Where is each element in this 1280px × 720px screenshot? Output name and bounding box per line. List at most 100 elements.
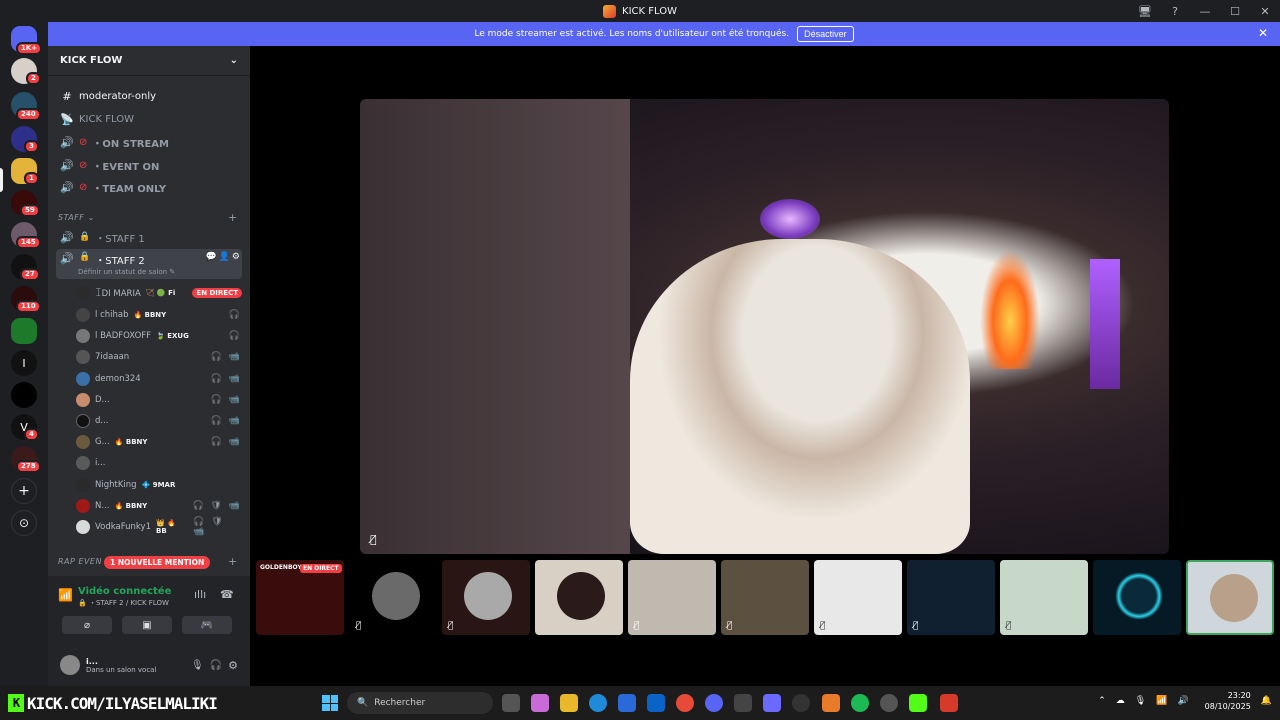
explore-icon[interactable]: ⊙ xyxy=(11,510,37,536)
channel-kick-flow[interactable]: 📡 KICK FLOW xyxy=(56,109,242,129)
outlook-icon[interactable] xyxy=(647,694,665,712)
channel-on-stream[interactable]: 🔊 ⊘ ・ON STREAM xyxy=(56,132,242,152)
screen-share-button[interactable]: ▣ xyxy=(122,616,172,634)
category-staff[interactable]: STAFF ⌄ xyxy=(58,213,95,222)
participant-tile[interactable]: 🎙̸ xyxy=(721,560,809,635)
member-row[interactable]: l BADFOXOFF 🍃 EXUG 🎧 xyxy=(76,326,242,346)
minimize-button[interactable]: — xyxy=(1190,0,1220,22)
chevron-up-icon[interactable]: ⌃ xyxy=(1098,696,1106,706)
cloud-icon[interactable]: ☁ xyxy=(1116,696,1125,706)
server-icon[interactable] xyxy=(11,318,37,344)
kick-app-icon[interactable] xyxy=(909,694,927,712)
member-row[interactable]: d... 🎧 📹 xyxy=(76,411,242,431)
taskbar-search[interactable]: 🔍 Rechercher xyxy=(347,692,493,714)
avatar xyxy=(372,572,420,620)
copilot-icon[interactable] xyxy=(531,694,549,712)
voice-panel: 📶 Vidéo connectée 🔒 ・STAFF 2 / KICK FLOW… xyxy=(48,576,250,686)
microphone-icon[interactable]: 🎙 xyxy=(1135,696,1146,706)
channel-event-on[interactable]: 🔊 ⊘ ・EVENT ON xyxy=(56,155,242,175)
category-rap-event[interactable]: RAP EVEN xyxy=(58,557,102,566)
add-channel-icon[interactable]: + xyxy=(228,555,238,568)
participant-tile[interactable]: 🎙̸ xyxy=(1000,560,1088,635)
member-row[interactable]: ꀤDI MARIA 🏹 🟢 Fi EN DIRECT xyxy=(76,283,242,303)
app-icon[interactable] xyxy=(792,694,810,712)
noise-suppression-icon[interactable]: ıllı xyxy=(194,588,206,601)
voice-channel[interactable]: 🔒 ・STAFF 2 / KICK FLOW xyxy=(78,598,169,608)
member-row[interactable]: i... xyxy=(76,453,242,473)
lock-icon: 🔒 xyxy=(79,232,91,242)
participant-tile[interactable]: GOLDENBOY EN DIRECT xyxy=(256,560,344,635)
add-channel-icon[interactable]: + xyxy=(228,211,238,224)
close-button[interactable]: ✕ xyxy=(1250,0,1280,22)
channel-status[interactable]: Définir un statut de salon ✎ xyxy=(78,268,175,276)
badge: 4 xyxy=(24,428,39,441)
no-entry-icon: ⊘ xyxy=(79,159,88,171)
member-row[interactable]: l chihab 🔥 BBNY 🎧 xyxy=(76,305,242,325)
speaker-icon: 🔊 xyxy=(60,230,74,244)
store-icon[interactable] xyxy=(618,694,636,712)
speaker-icon: 🔊 xyxy=(60,252,74,265)
file-explorer-icon[interactable] xyxy=(560,694,578,712)
participant-tile[interactable] xyxy=(535,560,623,635)
headphones-icon[interactable]: 🎧 xyxy=(210,660,222,671)
app-icon[interactable] xyxy=(940,694,958,712)
member-row[interactable]: NightKing 💠 9MAR xyxy=(76,475,242,495)
server-header[interactable]: KICK FLOW ⌄ xyxy=(48,46,250,76)
task-view-icon[interactable] xyxy=(502,694,520,712)
clock[interactable]: 23:20 08/10/2025 xyxy=(1205,690,1251,712)
member-row[interactable]: G... 🔥 BBNY 🎧 📹 xyxy=(76,432,242,452)
new-mention-pill[interactable]: 1 NOUVELLE MENTION xyxy=(104,556,211,569)
muted-mic-icon: 🎙̸ xyxy=(727,621,733,631)
participant-tile[interactable]: 🎙̸ xyxy=(350,560,438,635)
server-icon-letter[interactable]: I xyxy=(11,350,37,376)
channel-moderator-only[interactable]: # moderator-only xyxy=(56,86,242,106)
windows-start-icon[interactable] xyxy=(322,695,338,711)
settings-gear-icon[interactable]: ⚙ xyxy=(228,659,238,672)
channel-staff-1[interactable]: 🔊 🔒 ・STAFF 1 xyxy=(56,227,242,247)
focused-video[interactable]: 🎙̸ xyxy=(360,99,1169,554)
participant-tile[interactable] xyxy=(1093,560,1181,635)
mic-icon[interactable]: 🎙 xyxy=(191,660,204,671)
edge-icon[interactable] xyxy=(589,694,607,712)
badge: 1 xyxy=(24,172,39,185)
app-icon[interactable] xyxy=(880,694,898,712)
spotify-icon[interactable] xyxy=(851,694,869,712)
volume-icon[interactable]: 🔊 xyxy=(1177,696,1188,706)
help-icon[interactable]: ? xyxy=(1160,0,1190,22)
member-row[interactable]: N... 🔥 BBNY 🎧 🛡 📹 xyxy=(76,496,242,516)
app-icon[interactable] xyxy=(734,694,752,712)
participant-tile[interactable]: 🎙̸ xyxy=(628,560,716,635)
member-row[interactable]: 7idaaan 🎧 📹 xyxy=(76,347,242,367)
close-icon[interactable]: ✕ xyxy=(1258,26,1268,40)
discord-icon[interactable] xyxy=(705,694,723,712)
inbox-icon[interactable]: 🖥 xyxy=(1130,0,1160,22)
chevron-down-icon[interactable]: ⌄ xyxy=(230,55,238,66)
signal-icon[interactable]: 📶 xyxy=(58,588,73,602)
notification-bell-icon[interactable]: 🔔 xyxy=(1261,696,1272,706)
activities-button[interactable]: 🎮 xyxy=(182,616,232,634)
disable-button[interactable]: Désactiver xyxy=(797,26,854,42)
muted-mic-icon: 🎙̸ xyxy=(634,621,640,631)
participant-tile[interactable]: 🎙̸ xyxy=(442,560,530,635)
wifi-icon[interactable]: 📶 xyxy=(1156,696,1167,706)
channel-actions-icons[interactable]: 💬👤⚙ xyxy=(206,252,242,262)
app-icon[interactable] xyxy=(763,694,781,712)
participant-tile[interactable]: 🎙̸ xyxy=(907,560,995,635)
member-row[interactable]: VodkaFunky1 👑 🔥 BB 🎧 🛡 📹 xyxy=(76,517,242,537)
maximize-button[interactable]: ☐ xyxy=(1220,0,1250,22)
member-row[interactable]: demon324 🎧 📹 xyxy=(76,369,242,389)
add-server-icon[interactable]: + xyxy=(11,478,37,504)
avatar[interactable] xyxy=(60,655,80,675)
participant-tile-self[interactable] xyxy=(1186,560,1274,635)
channel-team-only[interactable]: 🔊 ⊘ ・TEAM ONLY xyxy=(56,177,242,197)
camera-off-button[interactable]: ⌀ xyxy=(62,616,112,634)
video-background xyxy=(360,99,630,554)
server-icon[interactable] xyxy=(11,382,37,408)
member-row[interactable]: D... 🎧 📹 xyxy=(76,390,242,410)
participant-tile[interactable]: 🎙̸ xyxy=(814,560,902,635)
app-icon[interactable] xyxy=(822,694,840,712)
disconnect-icon[interactable]: ☎ xyxy=(220,588,234,601)
voice-status[interactable]: Vidéo connectée xyxy=(78,586,171,597)
chrome-icon[interactable] xyxy=(676,694,694,712)
windows-taskbar: K KICK.COM/ILYASELMALIKI 🔍 Rechercher ⌃ ☁ … xyxy=(0,686,1280,720)
